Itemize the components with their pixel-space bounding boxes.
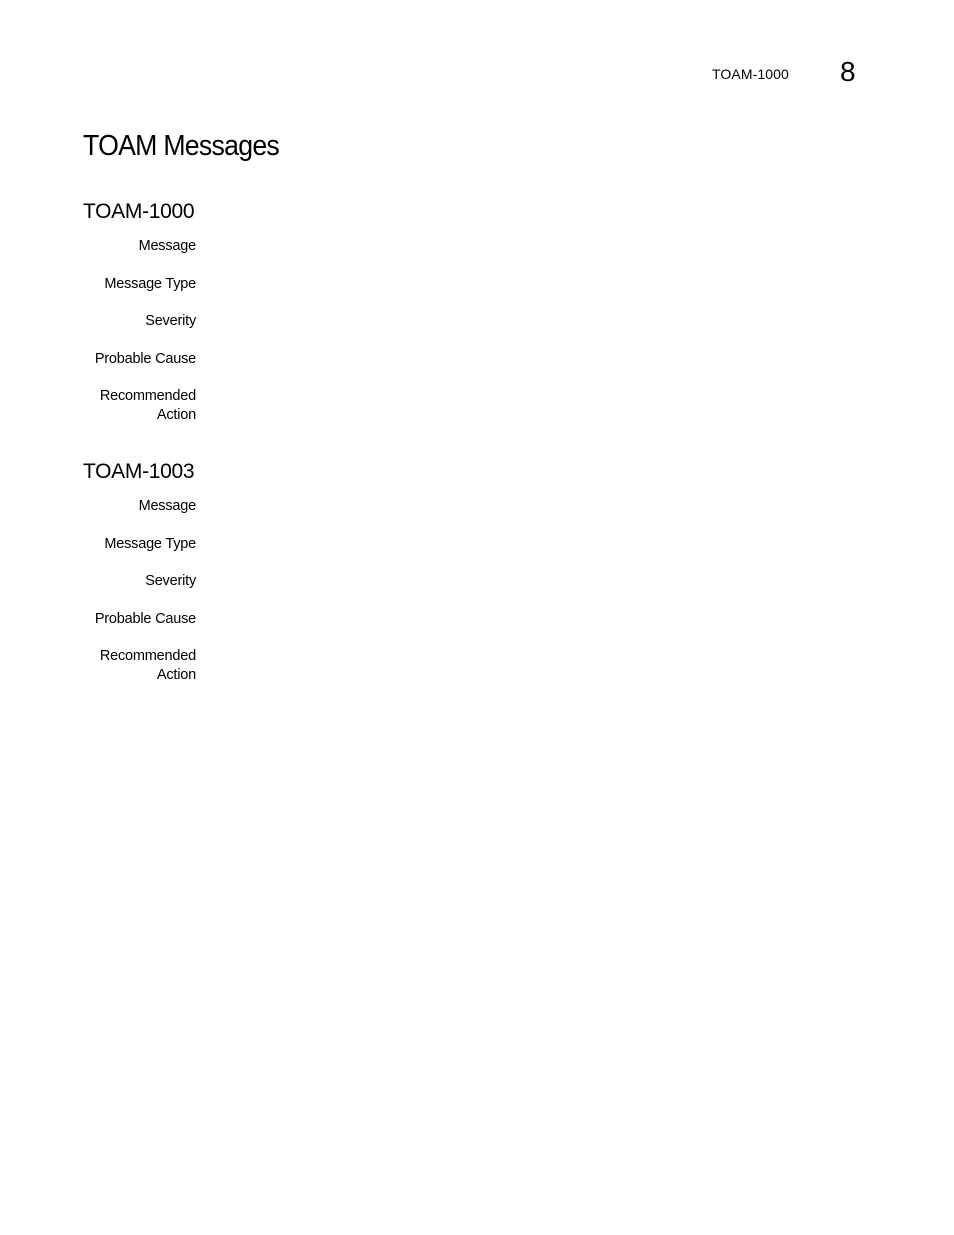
field-value-message <box>216 497 903 535</box>
field-label-line: Recommended <box>99 648 196 664</box>
field-row-message-type: Message Type <box>83 275 903 313</box>
field-value-recommended-action <box>216 647 903 685</box>
field-row-severity: Severity <box>83 312 903 350</box>
section-title: TOAM-1000 <box>83 200 195 223</box>
message-section-toam-1000: TOAM-1000 Message Message Type Severity … <box>83 197 903 425</box>
field-label-message: Message <box>138 498 197 514</box>
field-label-severity: Severity <box>145 313 196 329</box>
field-label-line: Action <box>156 407 196 423</box>
running-header-title: TOAM-1000 <box>712 66 789 82</box>
field-list: Message Message Type Severity Probable C… <box>83 497 903 685</box>
field-row-severity: Severity <box>83 572 903 610</box>
field-row-message-type: Message Type <box>83 535 903 573</box>
section-title: TOAM-1003 <box>83 460 195 483</box>
field-row-recommended-action: Recommended Action <box>83 387 903 425</box>
field-label-severity: Severity <box>145 573 196 589</box>
field-label-probable-cause: Probable Cause <box>94 350 196 367</box>
field-value-message-type <box>216 275 903 313</box>
field-value-probable-cause <box>216 610 903 648</box>
field-value-severity <box>216 312 903 350</box>
running-header: TOAM-1000 8 <box>700 56 860 90</box>
field-label-line: Action <box>156 667 196 683</box>
field-row-recommended-action: Recommended Action <box>83 647 903 685</box>
field-value-probable-cause <box>216 350 903 388</box>
field-list: Message Message Type Severity Probable C… <box>83 237 903 425</box>
field-label-recommended-action: Recommended Action <box>83 647 196 685</box>
field-label-message-type: Message Type <box>104 275 196 292</box>
page-title: TOAM Messages <box>83 130 280 162</box>
field-row-probable-cause: Probable Cause <box>83 610 903 648</box>
field-label-message-type: Message Type <box>104 535 196 552</box>
field-row-message: Message <box>83 237 903 275</box>
field-value-message <box>216 237 903 275</box>
field-row-probable-cause: Probable Cause <box>83 350 903 388</box>
field-value-recommended-action <box>216 387 903 425</box>
message-section-toam-1003: TOAM-1003 Message Message Type Severity … <box>83 457 903 685</box>
field-label-line: Recommended <box>99 388 196 404</box>
field-label-message: Message <box>138 238 197 254</box>
field-row-message: Message <box>83 497 903 535</box>
field-label-recommended-action: Recommended Action <box>83 387 196 425</box>
chapter-number: 8 <box>840 56 856 87</box>
field-value-message-type <box>216 535 903 573</box>
field-value-severity <box>216 572 903 610</box>
field-label-probable-cause: Probable Cause <box>94 610 196 627</box>
